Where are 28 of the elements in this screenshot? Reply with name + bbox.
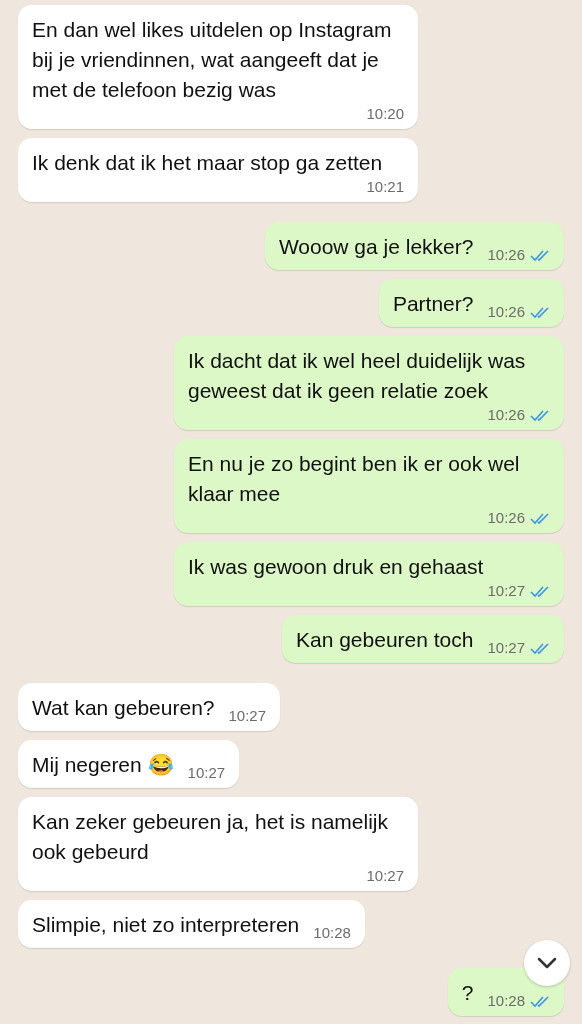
message-text: Partner? [392,291,474,317]
message-text: Kan zeker gebeuren ja, het is namelijk ook gebeurd [32,809,390,865]
message-text: En nu je zo begint ben ik er ook wel klaar mee [188,451,521,507]
message-time: 10:27 [487,639,525,657]
message-text: ? [461,980,474,1006]
message-text: Ik dacht dat ik wel heel duidelijk was geweest dat ik geen relatie zoek [188,348,527,404]
chevron-down-icon [537,957,557,969]
message-time: 10:26 [487,303,525,321]
message-text: Kan gebeuren toch [295,627,474,653]
message-time: 10:27 [187,764,226,782]
message-text: Slimpie, niet zo interpreteren [32,912,300,938]
message-time: 10:27 [487,582,525,600]
message-time: 10:27 [366,867,404,885]
message-text: Wooow ga je lekker? [278,234,474,260]
message-time: 10:26 [487,509,525,527]
message-text: Ik was gewoon druk en gehaast [188,554,484,580]
message-time: 10:28 [313,924,351,942]
message-time: 10:20 [366,105,404,123]
message-time: 10:26 [487,246,525,264]
message-text: Mij negeren 😂 [32,752,174,778]
message-time: 10:26 [487,406,525,424]
message-text: Ik denk dat ik het maar stop ga zetten [32,150,383,176]
message-text: En dan wel likes uitdelen op Instagram bij je vriendinnen, wat aangeeft dat je met de telefoon bezig was [32,17,393,103]
scroll-down-button[interactable] [524,940,570,986]
message-time: 10:27 [228,707,267,725]
message-text: Wat kan gebeuren? [32,695,215,721]
message-time: 10:28 [487,992,525,1010]
message-time: 10:21 [366,178,404,196]
